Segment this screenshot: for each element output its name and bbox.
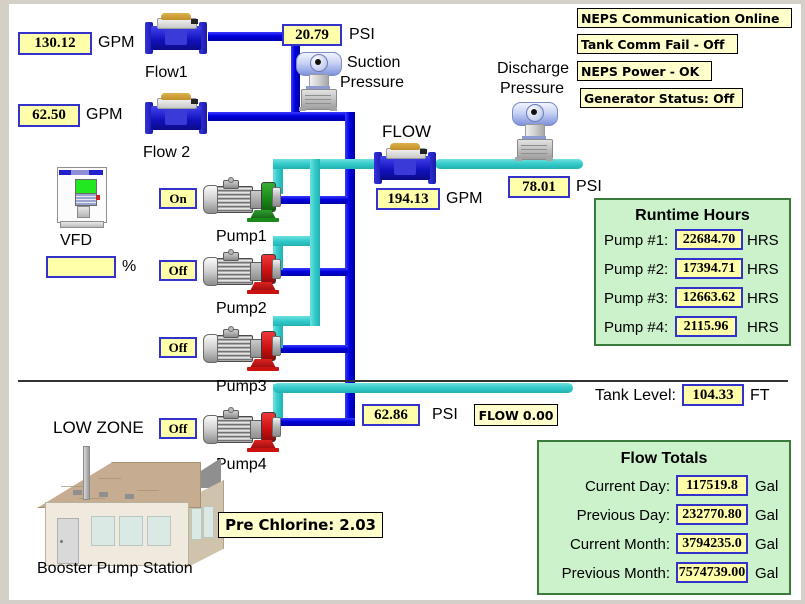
flow-totals-row-label-3: Current Month: — [569, 536, 670, 553]
pump3-icon[interactable] — [203, 326, 281, 371]
alarm-neps-power[interactable]: NEPS Power - OK — [577, 61, 712, 81]
booster-pump-station-building — [33, 440, 233, 570]
main-flow-meter-icon — [372, 142, 438, 186]
pump3-state[interactable]: Off — [159, 337, 197, 358]
suction-pressure-unit: PSI — [349, 26, 375, 43]
suction-pressure-value[interactable]: 20.79 — [282, 24, 342, 46]
main-flow-value[interactable]: 194.13 — [376, 188, 440, 210]
station-label: Booster Pump Station — [37, 560, 193, 577]
discharge-pressure-label-2: Pressure — [500, 80, 565, 97]
flow-totals-row-unit-1: Gal — [755, 478, 779, 495]
runtime-hours-title: Runtime Hours — [635, 207, 750, 224]
runtime-row-label-2: Pump #2: — [604, 261, 669, 278]
pipe-flow2-outlet — [208, 112, 349, 121]
hmi-screen: Flow1 130.12 GPM Flow 2 62.50 GPM 20.79 … — [0, 0, 805, 604]
pipe-branch-pump4 — [278, 418, 355, 426]
flow-2-value[interactable]: 62.50 — [18, 104, 80, 127]
pump2-label: Pump2 — [216, 300, 267, 317]
flow-2-unit: GPM — [86, 106, 123, 123]
runtime-row-unit-1: HRS — [747, 232, 779, 249]
runtime-row-unit-3: HRS — [747, 290, 779, 307]
pump1-label: Pump1 — [216, 228, 267, 245]
discharge-pressure-value[interactable]: 78.01 — [508, 176, 570, 198]
pipe-discharge-main — [435, 159, 583, 169]
flow-totals-row-label-1: Current Day: — [584, 478, 670, 495]
pump1-icon[interactable] — [203, 177, 281, 222]
flow-meter-1-label: Flow1 — [145, 64, 188, 81]
runtime-row-label-1: Pump #1: — [604, 232, 669, 249]
flow-totals-row-label-2: Previous Day: — [576, 507, 670, 524]
runtime-row-unit-2: HRS — [747, 261, 779, 278]
main-flow-unit: GPM — [446, 190, 483, 207]
vfd-speed-unit: % — [122, 258, 137, 275]
tank-level-unit: FT — [750, 387, 770, 404]
pre-chlorine-badge[interactable]: Pre Chlorine: 2.03 — [218, 512, 383, 538]
discharge-pressure-unit: PSI — [576, 178, 602, 195]
flow-meter-1-icon — [143, 12, 209, 56]
main-flow-label: FLOW — [382, 122, 432, 141]
runtime-row-label-3: Pump #3: — [604, 290, 669, 307]
pipe-discharge-collector — [310, 159, 320, 326]
flow-totals-row-value-2[interactable]: 232770.80 — [676, 504, 748, 525]
runtime-hours-panel: Runtime Hours Pump #1: 22684.70 HRS Pump… — [594, 198, 791, 346]
lowzone-pressure-value[interactable]: 62.86 — [362, 404, 420, 426]
suction-pressure-transmitter-icon — [296, 52, 342, 112]
flow-meter-2-label: Flow 2 — [143, 144, 191, 161]
alarm-generator-status[interactable]: Generator Status: Off — [580, 88, 743, 108]
discharge-pressure-label-1: Discharge — [497, 60, 570, 77]
tank-level-value[interactable]: 104.33 — [682, 384, 744, 406]
tank-level-label: Tank Level: — [595, 387, 676, 404]
flow-totals-row-value-1[interactable]: 117519.8 — [676, 475, 748, 496]
runtime-row-value-2[interactable]: 17394.71 — [675, 258, 743, 279]
runtime-row-label-4: Pump #4: — [604, 319, 669, 336]
pump1-state[interactable]: On — [159, 188, 197, 209]
flow-totals-row-value-3[interactable]: 3794235.0 — [676, 533, 748, 554]
flow-totals-row-unit-3: Gal — [755, 536, 779, 553]
flow-totals-panel: Flow Totals Current Day: 117519.8 Gal Pr… — [537, 440, 791, 595]
zone-divider — [18, 380, 788, 382]
pipe-discharge-header-left — [273, 159, 377, 169]
alarm-tank-comm-fail[interactable]: Tank Comm Fail - Off — [577, 34, 738, 54]
flow-totals-row-unit-2: Gal — [755, 507, 779, 524]
suction-pressure-label-1: Suction — [347, 54, 401, 71]
runtime-row-value-4[interactable]: 2115.96 — [675, 316, 737, 337]
pump3-label: Pump3 — [216, 378, 267, 395]
discharge-pressure-transmitter-icon — [512, 102, 558, 162]
pump4-state[interactable]: Off — [159, 418, 197, 439]
pump2-icon[interactable] — [203, 249, 281, 294]
lowzone-flow-badge[interactable]: FLOW 0.00 — [474, 404, 558, 426]
runtime-row-unit-4: HRS — [747, 319, 779, 336]
flow-totals-row-value-4[interactable]: 7574739.00 — [676, 562, 748, 583]
suction-pressure-label-2: Pressure — [340, 74, 405, 91]
runtime-row-value-1[interactable]: 22684.70 — [675, 229, 743, 250]
vfd-icon[interactable] — [55, 167, 107, 229]
vfd-label: VFD — [60, 232, 92, 249]
alarm-neps-comm[interactable]: NEPS Communication Online — [577, 8, 792, 28]
flow-meter-2-icon — [143, 92, 209, 136]
low-zone-label: LOW ZONE — [53, 418, 144, 437]
flow-totals-row-label-4: Previous Month: — [561, 565, 670, 582]
flow-totals-row-unit-4: Gal — [755, 565, 779, 582]
vfd-speed-value[interactable] — [46, 256, 116, 278]
pipe-lowzone-header — [273, 383, 573, 393]
pump2-state[interactable]: Off — [159, 260, 197, 281]
pipe-branch-pump3 — [278, 345, 348, 353]
flow-totals-title: Flow Totals — [620, 450, 708, 467]
runtime-row-value-3[interactable]: 12663.62 — [675, 287, 743, 308]
flow-1-unit: GPM — [98, 34, 135, 51]
flow-1-value[interactable]: 130.12 — [18, 32, 92, 55]
lowzone-pressure-unit: PSI — [432, 406, 458, 423]
